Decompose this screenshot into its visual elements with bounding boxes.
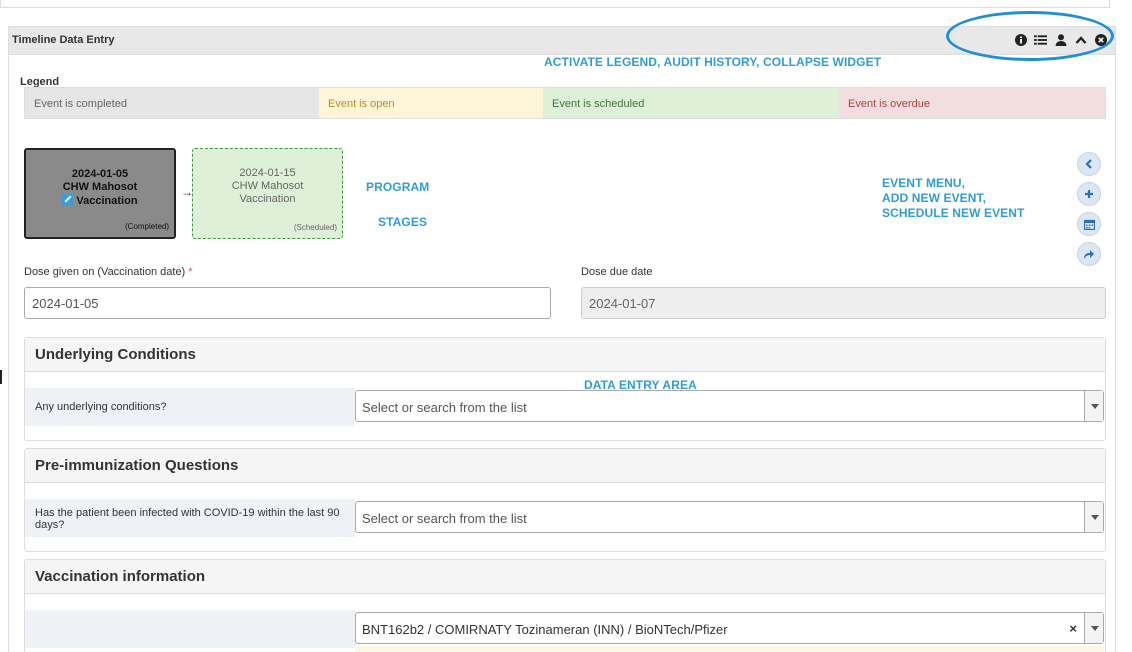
annotation-event-menu: EVENT MENU, ADD NEW EVENT, SCHEDULE NEW … <box>882 176 1024 221</box>
question-label: Has the patient been infected with COVID… <box>25 499 355 537</box>
form-row: BNT162b2 / COMIRNATY Tozinameran (INN) /… <box>25 610 1105 652</box>
widget-header: Timeline Data Entry <box>9 27 1115 55</box>
stage-name: Vaccination <box>239 193 296 205</box>
chevron-down-icon[interactable] <box>1084 613 1103 643</box>
stage-status: (Completed) <box>124 222 169 231</box>
chevron-down-icon[interactable] <box>1084 391 1103 421</box>
underlying-conditions-select[interactable]: Select or search from the list <box>355 390 1104 422</box>
vaccine-name-select[interactable]: BNT162b2 / COMIRNATY Tozinameran (INN) /… <box>355 612 1104 644</box>
scroll-edge-mark <box>0 370 2 384</box>
annotation-event-menu-line2: ADD NEW EVENT, <box>882 191 987 205</box>
annotation-event-menu-line1: EVENT MENU, <box>882 176 966 190</box>
section-pre-immunization: Pre-immunization Questions Has the patie… <box>24 448 1106 552</box>
stage-event-completed[interactable]: 2024-01-05 CHW Mahosot Vaccination (Comp… <box>24 148 176 239</box>
list-icon[interactable] <box>1034 33 1047 46</box>
legend-completed: Event is completed <box>25 88 319 118</box>
stage-status: (Scheduled) <box>293 223 337 232</box>
warning-strip <box>355 646 1104 652</box>
annotation-widget-tools: ACTIVATE LEGEND, AUDIT HISTORY, COLLAPSE… <box>544 55 882 69</box>
clear-icon[interactable]: × <box>1069 621 1077 636</box>
select-value: BNT162b2 / COMIRNATY Tozinameran (INN) /… <box>362 622 728 637</box>
annotation-data-entry-area: DATA ENTRY AREA <box>584 378 697 392</box>
annotation-stages: STAGES <box>378 215 428 229</box>
stage-org-unit: CHW Mahosot <box>62 181 138 193</box>
stage-date: 2024-01-15 <box>239 167 296 179</box>
legend-open: Event is open <box>319 88 543 118</box>
question-label: Any underlying conditions? <box>25 388 355 426</box>
annotation-program: PROGRAM <box>366 180 430 194</box>
dose-given-label: Dose given on (Vaccination date) * <box>24 266 193 278</box>
refer-event-button[interactable] <box>1077 242 1101 266</box>
share-arrow-icon <box>1084 249 1094 259</box>
form-row: Has the patient been infected with COVID… <box>25 499 1105 537</box>
legend-overdue: Event is overdue <box>839 88 1105 118</box>
annotation-event-menu-line3: SCHEDULE NEW EVENT <box>882 206 1025 220</box>
vaccination-date-input[interactable]: 2024-01-05 <box>24 287 551 319</box>
form-row: Any underlying conditions? Select or sea… <box>25 388 1105 426</box>
collapse-menu-button[interactable] <box>1077 152 1101 176</box>
chevron-up-icon[interactable] <box>1074 33 1087 46</box>
info-icon[interactable] <box>1014 33 1027 46</box>
select-placeholder: Select or search from the list <box>362 400 527 415</box>
legend: Event is completed Event is open Event i… <box>24 87 1106 119</box>
dose-due-label: Dose due date <box>581 266 653 278</box>
stage-date: 2024-01-05 <box>71 168 129 180</box>
plus-icon <box>1085 190 1093 198</box>
calendar-icon <box>1083 219 1095 230</box>
chevron-down-icon[interactable] <box>1084 502 1103 532</box>
section-title[interactable]: Vaccination information <box>25 560 1105 594</box>
close-circle-icon[interactable] <box>1094 33 1107 46</box>
stage-name: Vaccination <box>76 195 138 207</box>
covid-infection-select[interactable]: Select or search from the list <box>355 501 1104 533</box>
required-mark: * <box>188 266 193 278</box>
section-title[interactable]: Pre-immunization Questions <box>25 449 1105 483</box>
legend-scheduled: Event is scheduled <box>543 88 839 118</box>
chevron-left-icon <box>1085 159 1092 169</box>
dose-due-date-input: 2024-01-07 <box>581 287 1106 319</box>
add-new-event-button[interactable] <box>1077 182 1101 206</box>
select-placeholder: Select or search from the list <box>362 511 527 526</box>
stage-event-scheduled[interactable]: 2024-01-15 CHW Mahosot Vaccination (Sche… <box>192 148 343 239</box>
previous-widget-edge <box>0 0 1110 8</box>
widget-tools <box>1014 33 1107 46</box>
section-title[interactable]: Underlying Conditions <box>25 338 1105 372</box>
section-vaccination-information: Vaccination information BNT162b2 / COMIR… <box>24 559 1106 652</box>
schedule-new-event-button[interactable] <box>1077 212 1101 236</box>
user-icon[interactable] <box>1054 33 1067 46</box>
section-underlying-conditions: Underlying Conditions Any underlying con… <box>24 337 1106 441</box>
widget-title: Timeline Data Entry <box>12 34 115 46</box>
syringe-icon <box>62 194 74 205</box>
question-label <box>25 610 355 648</box>
stage-org-unit: CHW Mahosot <box>231 180 304 192</box>
